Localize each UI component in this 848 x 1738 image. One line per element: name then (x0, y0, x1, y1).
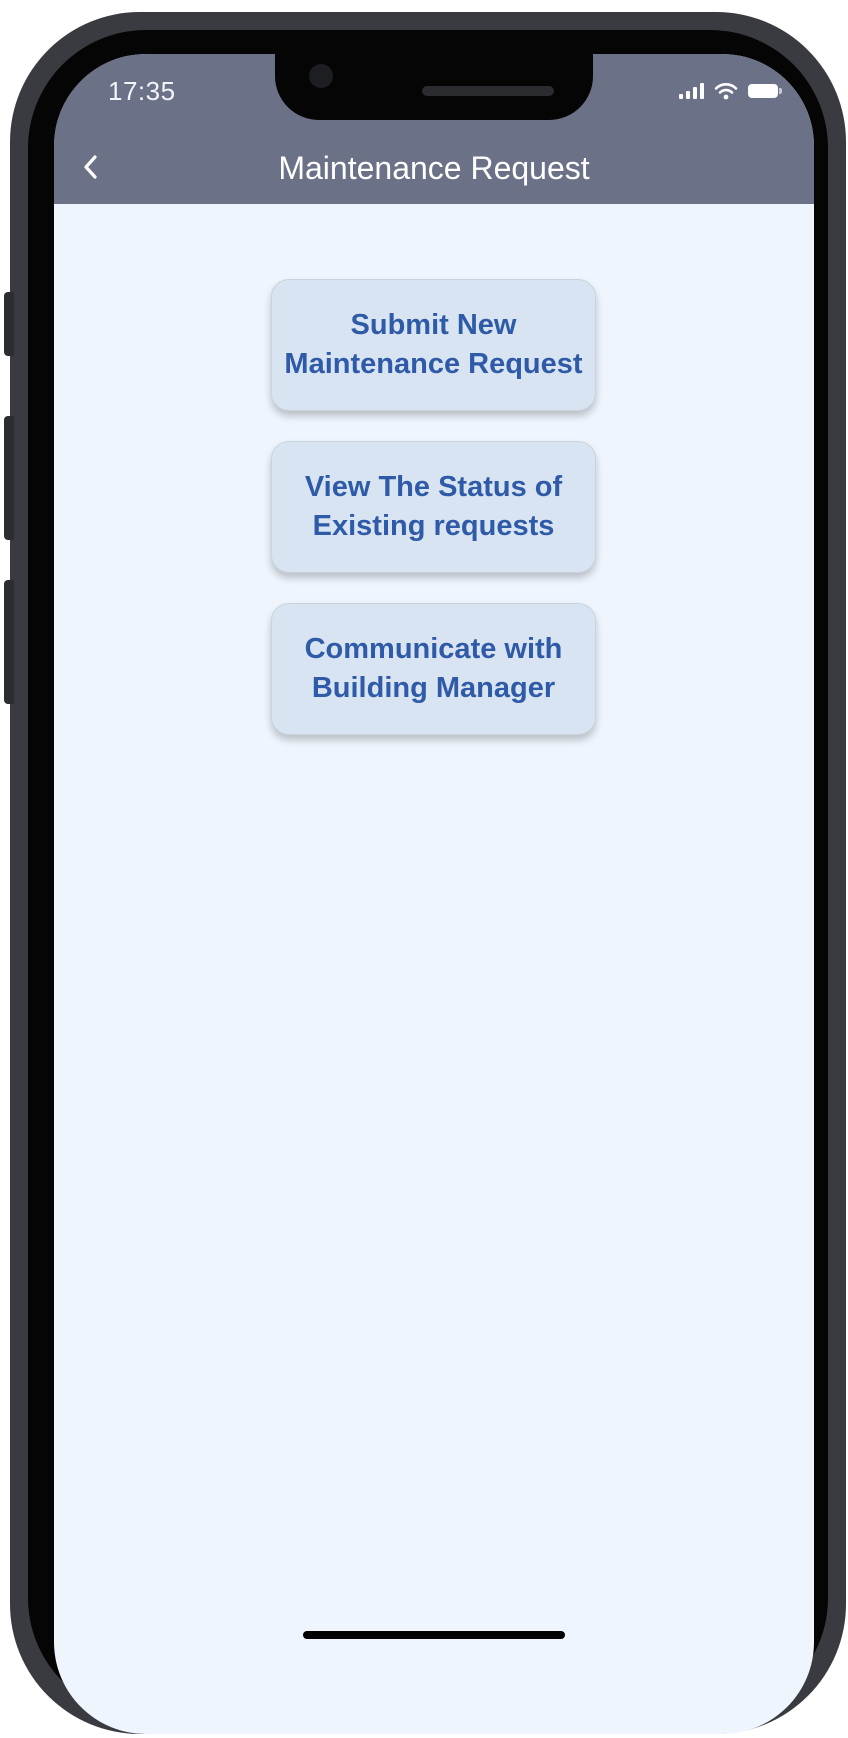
speaker-slot (422, 86, 554, 96)
wifi-icon (714, 83, 738, 100)
action-list: Submit New Maintenance Request View The … (271, 279, 596, 735)
status-icons (679, 82, 782, 100)
mute-switch (4, 292, 14, 356)
status-time: 17:35 (108, 76, 176, 106)
volume-up-button (4, 416, 14, 540)
home-indicator[interactable] (303, 1631, 565, 1639)
signal-icon (679, 83, 704, 99)
communicate-manager-button[interactable]: Communicate with Building Manager (271, 603, 596, 735)
submit-request-button[interactable]: Submit New Maintenance Request (271, 279, 596, 411)
volume-down-button (4, 580, 14, 704)
app-header: 17:35 Maintenance Request (54, 54, 814, 204)
device-mockup: 17:35 Maintenance Request Submit New Mai… (0, 0, 848, 1738)
view-status-button[interactable]: View The Status of Existing requests (271, 441, 596, 573)
camera-icon (309, 64, 333, 88)
battery-icon (748, 83, 782, 99)
page-title: Maintenance Request (278, 150, 590, 186)
app-screen: 17:35 Maintenance Request Submit New Mai… (54, 54, 814, 1734)
